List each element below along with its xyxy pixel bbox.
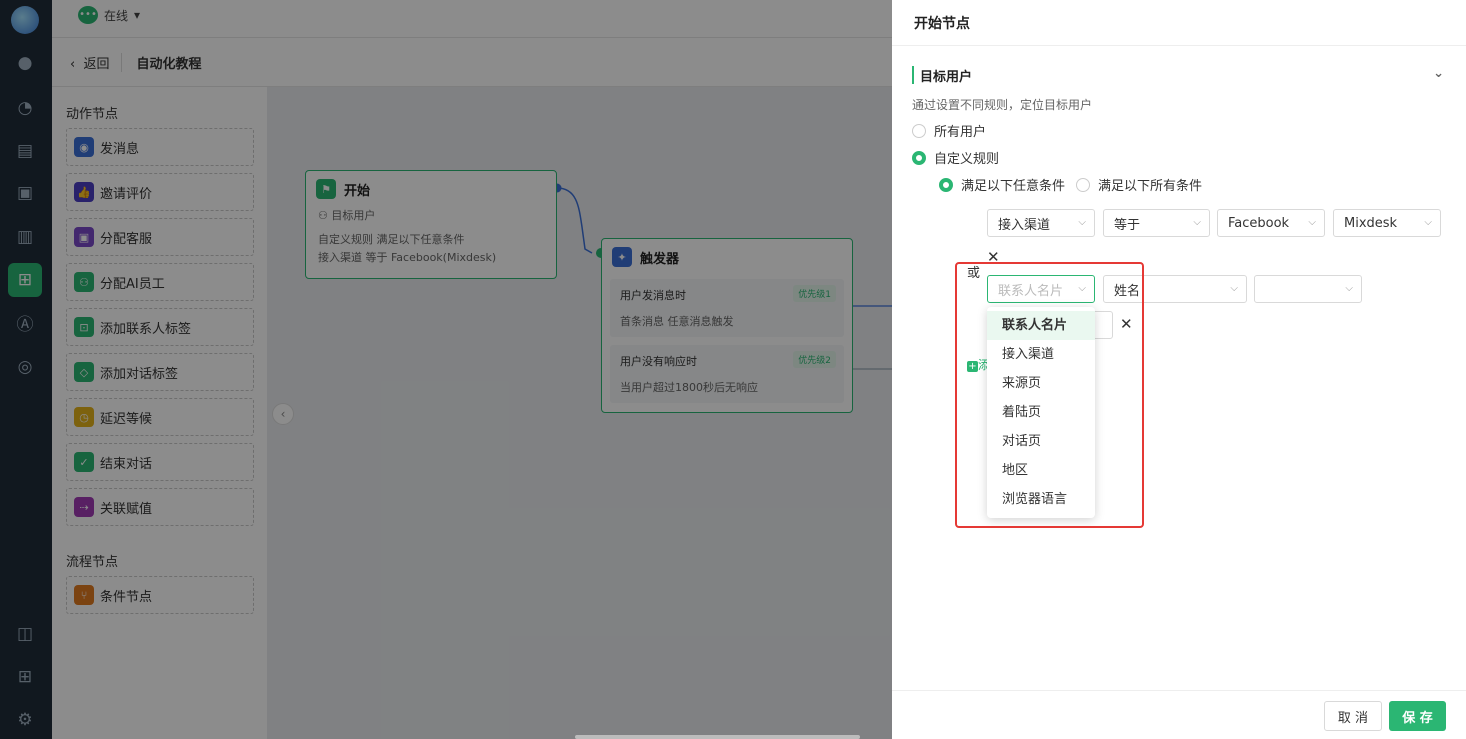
chevron-down-icon: ⌵ <box>1078 217 1086 228</box>
section-hint: 通过设置不同规则，定位目标用户 <box>912 98 1093 112</box>
radio-dot <box>1076 177 1090 192</box>
chevron-down-icon: ⌵ <box>1193 217 1201 228</box>
target-user-section-header[interactable]: 目标用户 ⌄ <box>912 66 1444 85</box>
highlight-box <box>955 262 1144 528</box>
radio-dot <box>912 150 926 165</box>
select-value: 接入渠道 <box>998 217 1051 233</box>
radio-label: 自定义规则 <box>934 152 1000 167</box>
drawer-title: 开始节点 <box>892 0 1466 46</box>
select-value: 等于 <box>1114 217 1141 233</box>
chevron-down-icon: ⌵ <box>1308 217 1316 228</box>
save-button[interactable]: 保 存 <box>1389 701 1446 731</box>
radio-all-users[interactable]: 所有用户 <box>912 121 986 140</box>
radio-label: 满足以下任意条件 <box>961 179 1066 194</box>
chevron-down-icon: ⌵ <box>1424 217 1432 228</box>
rule1-value1-select[interactable]: Facebook ⌵ <box>1217 209 1325 237</box>
radio-match-any[interactable]: 满足以下任意条件 <box>939 175 1065 194</box>
select-value: Facebook <box>1228 215 1290 231</box>
radio-label: 所有用户 <box>934 125 987 140</box>
radio-custom-rule[interactable]: 自定义规则 <box>912 148 999 167</box>
chevron-down-icon[interactable]: ⌄ <box>1433 66 1444 81</box>
rule2-value-select[interactable]: ⌵ <box>1254 275 1362 303</box>
chevron-down-icon: ⌵ <box>1230 283 1238 294</box>
radio-label: 满足以下所有条件 <box>1098 179 1203 194</box>
chevron-down-icon: ⌵ <box>1345 283 1353 294</box>
start-node-drawer: 开始节点 目标用户 ⌄ 通过设置不同规则，定位目标用户 所有用户 自定义规则 满… <box>892 0 1466 739</box>
rule1-field-select[interactable]: 接入渠道 ⌵ <box>987 209 1095 237</box>
radio-dot <box>912 123 926 138</box>
cancel-button[interactable]: 取 消 <box>1324 701 1382 731</box>
drawer-footer: 取 消 保 存 <box>892 690 1466 739</box>
rule1-value2-select[interactable]: Mixdesk ⌵ <box>1333 209 1441 237</box>
canvas-scrollbar[interactable] <box>575 735 860 739</box>
modal-overlay[interactable] <box>0 0 892 739</box>
radio-match-all[interactable]: 满足以下所有条件 <box>1076 175 1202 194</box>
select-value: Mixdesk <box>1344 215 1398 231</box>
section-title: 目标用户 <box>920 70 973 85</box>
radio-dot <box>939 177 953 192</box>
rule1-operator-select[interactable]: 等于 ⌵ <box>1103 209 1210 237</box>
